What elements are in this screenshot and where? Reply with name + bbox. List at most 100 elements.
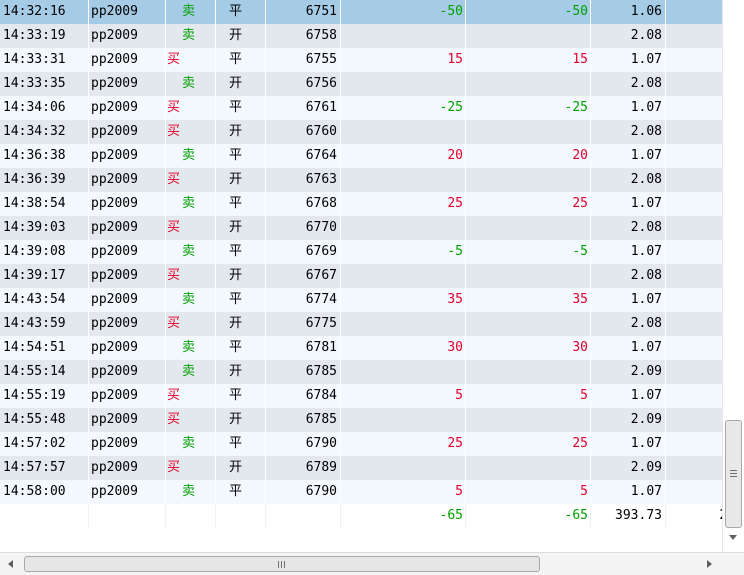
trade-time: 14:43:59 <box>0 312 89 336</box>
pnl-value: -5 <box>341 240 466 264</box>
trade-price: 6781 <box>266 336 341 360</box>
trade-time: 14:57:57 <box>0 456 89 480</box>
trade-price: 6789 <box>266 456 341 480</box>
grip-line-icon <box>730 470 737 471</box>
table-row[interactable]: 14:39:08pp2009卖平6769-5-51.071 <box>0 240 722 264</box>
trade-time: 14:39:03 <box>0 216 89 240</box>
trade-price: 6785 <box>266 360 341 384</box>
open-close: 平 <box>216 192 266 216</box>
table-row[interactable]: 14:57:57pp2009买 开6789 2.092 <box>0 456 722 480</box>
table-row[interactable]: 14:58:00pp2009卖平6790551.071 <box>0 480 722 504</box>
trade-time: 14:34:32 <box>0 120 89 144</box>
contract-code: pp2009 <box>89 240 166 264</box>
open-close: 开 <box>216 168 266 192</box>
contract-code: pp2009 <box>89 24 166 48</box>
pnl-value-2 <box>466 168 591 192</box>
extra-value: 1 <box>666 384 722 408</box>
summary-pnl-2: -65 <box>466 504 591 528</box>
direction-label: 买 <box>167 172 181 187</box>
open-close: 平 <box>216 48 266 72</box>
extra-value: 1 <box>666 0 722 24</box>
pnl-value-2 <box>466 312 591 336</box>
table-row[interactable]: 14:36:39pp2009买 开6763 2.082 <box>0 168 722 192</box>
trade-time: 14:58:00 <box>0 480 89 504</box>
table-row[interactable]: 14:33:35pp2009 卖 开6756 2.082 <box>0 72 722 96</box>
vertical-scroll-thumb[interactable] <box>725 420 742 528</box>
open-close: 平 <box>216 288 266 312</box>
trade-price: 6763 <box>266 168 341 192</box>
fee-value: 1.07 <box>591 48 666 72</box>
table-row[interactable]: 14:55:14pp2009 卖 开6785 2.092 <box>0 360 722 384</box>
table-row[interactable]: 14:34:32pp2009买 开6760 2.082 <box>0 120 722 144</box>
pnl-value <box>341 24 466 48</box>
pnl-value: 25 <box>341 432 466 456</box>
extra-value: 2 <box>666 360 722 384</box>
contract-code: pp2009 <box>89 120 166 144</box>
table-row[interactable]: 14:34:06pp2009买平6761-25-251.071 <box>0 96 722 120</box>
pnl-value <box>341 360 466 384</box>
trade-time: 14:33:19 <box>0 24 89 48</box>
fee-value: 2.08 <box>591 168 666 192</box>
pnl-value: 15 <box>341 48 466 72</box>
open-close: 开 <box>216 72 266 96</box>
table-row[interactable]: 14:33:31pp2009买平675515151.071 <box>0 48 722 72</box>
fee-value: 2.09 <box>591 408 666 432</box>
pnl-value-2 <box>466 456 591 480</box>
contract-code: pp2009 <box>89 432 166 456</box>
arrow-down-icon[interactable] <box>729 535 737 540</box>
trade-price: 6785 <box>266 408 341 432</box>
contract-code: pp2009 <box>89 456 166 480</box>
table-row[interactable]: 14:33:19pp2009 卖 开6758 2.082 <box>0 24 722 48</box>
direction-label: 卖 <box>182 340 196 355</box>
table-row[interactable]: 14:43:59pp2009买 开6775 2.082 <box>0 312 722 336</box>
open-close: 平 <box>216 240 266 264</box>
table-row[interactable]: 14:32:16pp2009卖平6751-50-501.061 <box>0 0 722 24</box>
pnl-value <box>341 72 466 96</box>
fee-value: 1.07 <box>591 432 666 456</box>
fee-value: 2.08 <box>591 72 666 96</box>
horizontal-scroll-thumb[interactable] <box>24 556 540 572</box>
contract-code: pp2009 <box>89 312 166 336</box>
pnl-value-2 <box>466 120 591 144</box>
summary-row: -65-65393.7325 <box>0 504 722 528</box>
table-row[interactable]: 14:55:48pp2009买 开6785 2.092 <box>0 408 722 432</box>
table-row[interactable]: 14:57:02pp2009卖平679025251.071 <box>0 432 722 456</box>
contract-code: pp2009 <box>89 480 166 504</box>
extra-value: 2 <box>666 264 722 288</box>
extra-value: 2 <box>666 120 722 144</box>
trade-direction: 卖 <box>166 240 216 264</box>
direction-label: 卖 <box>182 364 196 379</box>
direction-label: 买 <box>167 268 181 283</box>
table-row[interactable]: 14:36:38pp2009卖平676420201.071 <box>0 144 722 168</box>
pnl-value-2: 5 <box>466 480 591 504</box>
direction-label: 买 <box>167 460 181 475</box>
horizontal-scrollbar[interactable] <box>0 552 722 575</box>
direction-label: 买 <box>167 388 181 403</box>
table-row[interactable]: 14:43:54pp2009卖平677435351.071 <box>0 288 722 312</box>
pnl-value: 30 <box>341 336 466 360</box>
table-row[interactable]: 14:38:54pp2009卖平676825251.071 <box>0 192 722 216</box>
open-close: 开 <box>216 360 266 384</box>
extra-value: 2 <box>666 24 722 48</box>
table-row[interactable]: 14:54:51pp2009卖平678130301.071 <box>0 336 722 360</box>
vertical-scrollbar[interactable] <box>722 0 744 552</box>
extra-value: 1 <box>666 240 722 264</box>
table-row[interactable]: 14:39:03pp2009买 开6770 2.082 <box>0 216 722 240</box>
pnl-value-2: 15 <box>466 48 591 72</box>
pnl-value-2 <box>466 216 591 240</box>
contract-code: pp2009 <box>89 336 166 360</box>
extra-value: 2 <box>666 72 722 96</box>
arrow-right-icon[interactable] <box>707 560 712 568</box>
table-row[interactable]: 14:55:19pp2009买平6784551.071 <box>0 384 722 408</box>
trade-direction: 卖 <box>166 288 216 312</box>
trade-price: 6790 <box>266 432 341 456</box>
trade-time: 14:32:16 <box>0 0 89 24</box>
extra-value: 2 <box>666 408 722 432</box>
table-row[interactable]: 14:39:17pp2009买 开6767 2.082 <box>0 264 722 288</box>
trade-price: 6756 <box>266 72 341 96</box>
trade-price: 6770 <box>266 216 341 240</box>
trade-direction: 卖 <box>166 336 216 360</box>
arrow-left-icon[interactable] <box>8 560 13 568</box>
open-close: 平 <box>216 432 266 456</box>
open-close: 开 <box>216 408 266 432</box>
